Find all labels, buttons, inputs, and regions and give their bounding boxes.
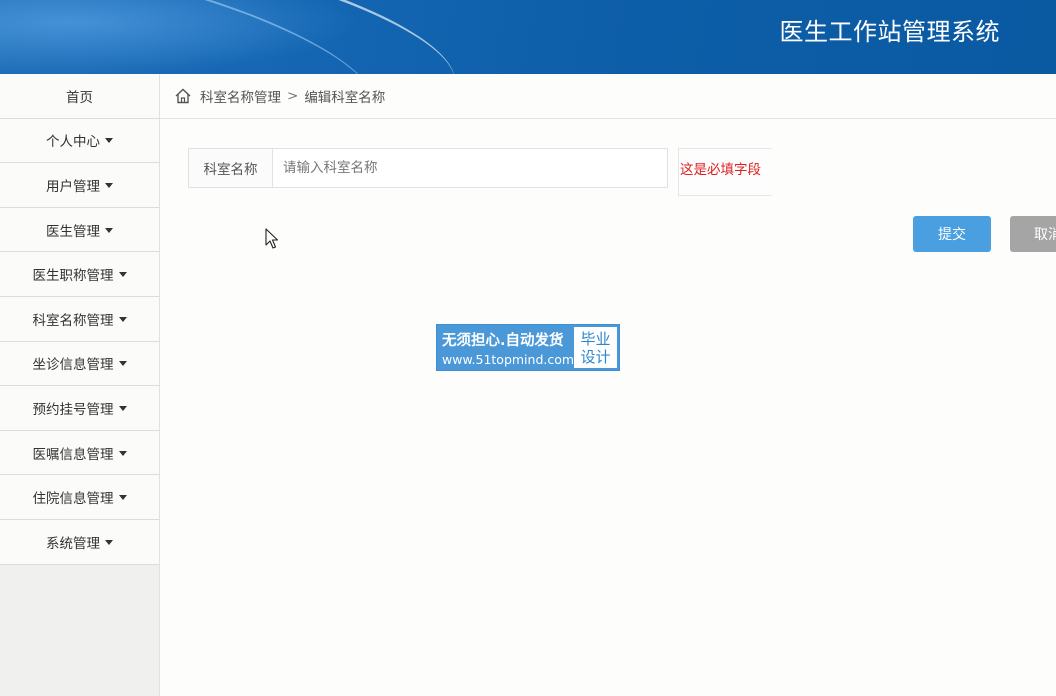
sidebar-item-label: 首页 [66, 89, 93, 106]
caret-down-icon [118, 272, 127, 278]
top-banner: 医生工作站管理系统 [0, 0, 1056, 74]
required-field-hint: 这是必填字段 [678, 148, 772, 196]
system-title: 医生工作站管理系统 [779, 18, 1000, 46]
department-name-input[interactable] [273, 149, 667, 187]
sidebar-item-label: 医嘱信息管理 [32, 446, 114, 463]
sidebar-item-doctor-management[interactable]: 医生管理 [0, 207, 159, 253]
breadcrumb-parent-link[interactable]: 科室名称管理 [200, 86, 281, 106]
department-name-label: 科室名称 [189, 149, 273, 187]
sidebar-item-user-management[interactable]: 用户管理 [0, 163, 159, 208]
sidebar-item-label: 坐诊信息管理 [32, 357, 114, 374]
cancel-button[interactable]: 取消 [1010, 216, 1056, 252]
breadcrumb-separator: > [287, 88, 299, 104]
watermark-badge: 无须担心.自动发货 www.51topmind.com 毕业 设计 [436, 324, 620, 371]
sidebar-menu: 首页 个人中心 用户管理 医生管理 医生职称管理 科室名称管理 坐诊信息管理 预… [0, 74, 160, 696]
sidebar-item-label: 用户管理 [46, 178, 100, 195]
breadcrumb-current: 编辑科室名称 [304, 90, 386, 106]
sidebar-item-label: 医生职称管理 [32, 268, 114, 285]
watermark-logo-line1: 毕业 [580, 329, 611, 348]
sidebar-item-home[interactable]: 首页 [0, 74, 159, 119]
breadcrumb: 科室名称管理 > 编辑科室名称 [160, 74, 1056, 119]
sidebar-item-personal-center[interactable]: 个人中心 [0, 118, 159, 164]
submit-button[interactable]: 提交 [913, 216, 991, 252]
sidebar-item-label: 系统管理 [46, 535, 100, 552]
home-icon[interactable] [174, 87, 192, 105]
caret-down-icon [105, 227, 113, 233]
watermark-logo-line2: 设计 [580, 347, 611, 366]
sidebar-item-clinic-schedule-management[interactable]: 坐诊信息管理 [0, 341, 159, 387]
sidebar-item-label: 科室名称管理 [32, 312, 114, 329]
sidebar-item-label: 个人中心 [46, 134, 100, 151]
sidebar-item-label: 医生管理 [46, 223, 100, 240]
caret-down-icon [118, 361, 127, 367]
sidebar-item-medical-order-management[interactable]: 医嘱信息管理 [0, 430, 159, 476]
caret-down-icon [118, 450, 127, 456]
caret-down-icon [118, 405, 127, 411]
sidebar-item-label: 住院信息管理 [32, 491, 114, 508]
caret-down-icon [105, 182, 113, 188]
caret-down-icon [105, 138, 113, 144]
sidebar-item-inpatient-management[interactable]: 住院信息管理 [0, 475, 159, 520]
watermark-text-block: 无须担心.自动发货 www.51topmind.com [437, 325, 575, 370]
department-name-form-row: 科室名称 [188, 148, 668, 188]
sidebar-item-system-management[interactable]: 系统管理 [0, 519, 159, 565]
mouse-cursor-icon [265, 228, 279, 249]
watermark-logo: 毕业 设计 [574, 327, 617, 368]
sidebar-item-doctor-title-management[interactable]: 医生职称管理 [0, 252, 159, 297]
sidebar-item-appointment-management[interactable]: 预约挂号管理 [0, 386, 159, 431]
caret-down-icon [118, 316, 127, 322]
caret-down-icon [105, 539, 113, 545]
caret-down-icon [118, 495, 127, 501]
sidebar-item-department-management[interactable]: 科室名称管理 [0, 296, 159, 342]
sidebar-item-label: 预约挂号管理 [32, 401, 114, 418]
watermark-slogan: 无须担心.自动发货 [442, 332, 564, 349]
watermark-url: www.51topmind.com [442, 351, 575, 367]
